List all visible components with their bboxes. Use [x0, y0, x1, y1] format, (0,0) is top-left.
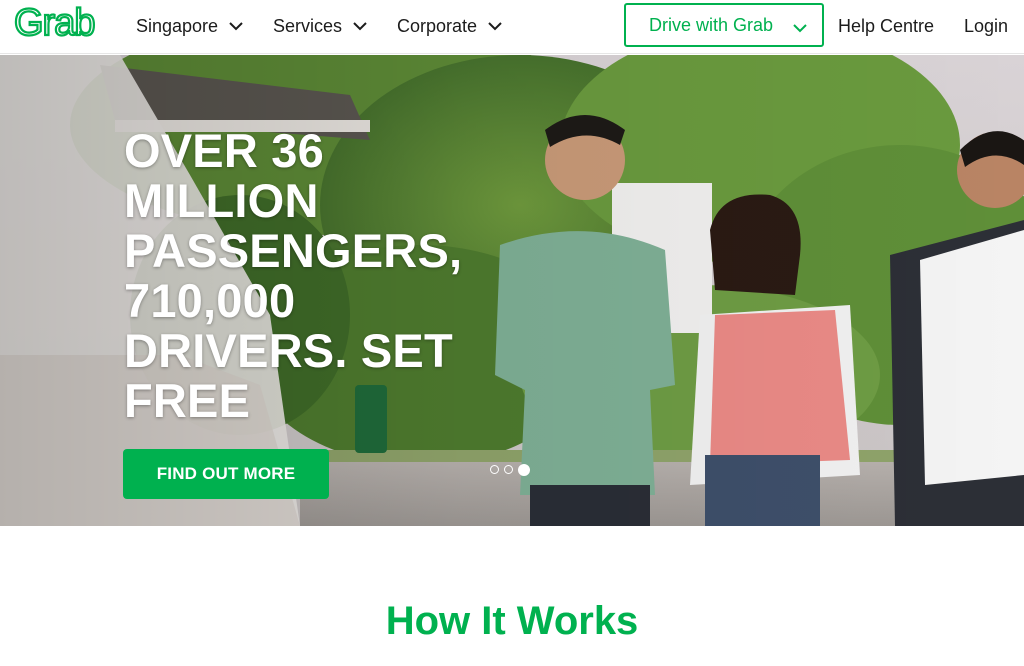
login-link[interactable]: Login — [964, 14, 1008, 38]
grab-logo[interactable]: Grab — [13, 1, 108, 45]
carousel-dot-1[interactable] — [490, 465, 499, 474]
nav-corporate-label: Corporate — [397, 16, 478, 36]
chevron-down-icon — [793, 24, 807, 33]
chevron-down-icon — [229, 22, 243, 31]
carousel-dot-3-active[interactable] — [518, 463, 530, 476]
chevron-down-icon — [488, 22, 502, 31]
hero-headline: OVER 36 MILLION PASSENGERS, 710,000 DRIV… — [124, 124, 463, 427]
nav-services[interactable]: Services — [273, 14, 368, 38]
logo-text: Grab — [14, 3, 94, 43]
find-out-more-button[interactable]: FIND OUT MORE — [123, 449, 329, 499]
drive-with-grab-label: Drive with Grab — [649, 14, 774, 35]
hero-banner: OVER 36 MILLION PASSENGERS, 710,000 DRIV… — [0, 55, 1024, 526]
carousel-dot-2[interactable] — [504, 465, 513, 474]
carousel-indicators — [490, 463, 530, 476]
nav-singapore-label: Singapore — [136, 16, 219, 36]
site-header: Grab Singapore Services Corporate Drive … — [0, 0, 1024, 54]
chevron-down-icon — [353, 22, 367, 31]
drive-with-grab-button[interactable]: Drive with Grab — [624, 3, 824, 47]
help-centre-link[interactable]: Help Centre — [838, 14, 934, 38]
nav-singapore[interactable]: Singapore — [136, 14, 244, 38]
nav-services-label: Services — [273, 16, 343, 36]
nav-corporate[interactable]: Corporate — [397, 14, 503, 38]
how-it-works-heading: How It Works — [385, 599, 639, 643]
